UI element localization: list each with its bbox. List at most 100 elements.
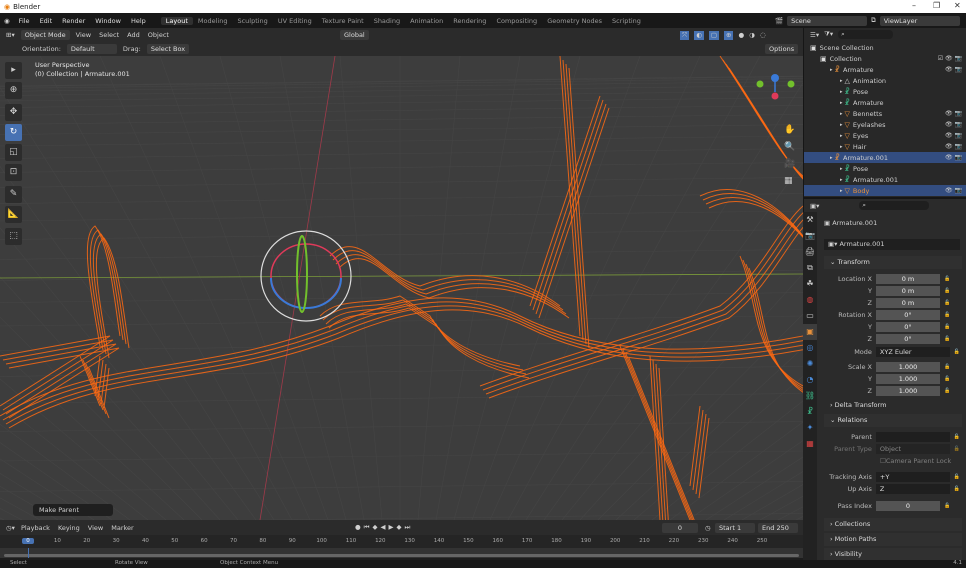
particles-icon[interactable]: ✺ bbox=[803, 356, 817, 372]
menu-window[interactable]: Window bbox=[90, 17, 126, 25]
property-field[interactable]: 0 m bbox=[876, 286, 940, 296]
timeline-menu-view[interactable]: View bbox=[88, 524, 103, 532]
outliner-item[interactable]: ▸ ☧ Armature.001 👁 📷 bbox=[804, 152, 966, 163]
scale-icon[interactable]: ◱ bbox=[5, 144, 22, 161]
record-button[interactable]: ● bbox=[355, 523, 361, 532]
output-icon[interactable]: 🖨 bbox=[803, 244, 817, 260]
timeline-scrollbar[interactable] bbox=[4, 554, 799, 557]
timeline-menu-keying[interactable]: Keying bbox=[58, 524, 80, 532]
mode-selector[interactable]: Object Mode bbox=[20, 30, 70, 40]
lock-icon[interactable]: 🔓 bbox=[954, 446, 960, 452]
pan-icon[interactable]: ✋ bbox=[784, 122, 796, 139]
viewport-menu-select[interactable]: Select bbox=[99, 31, 119, 39]
viewport-menu-view[interactable]: View bbox=[76, 31, 91, 39]
workspace-tab[interactable]: Modeling bbox=[193, 17, 233, 25]
jump-start-button[interactable]: ⏮ bbox=[364, 523, 370, 532]
lock-icon[interactable]: 🔓 bbox=[944, 276, 950, 282]
visibility-icons[interactable]: 👁 📷 bbox=[945, 143, 962, 150]
playhead[interactable] bbox=[28, 548, 29, 558]
texture-icon[interactable]: ▦ bbox=[803, 436, 817, 452]
wireframe-shading-icon[interactable]: ⊕ bbox=[724, 30, 734, 40]
orientation-selector[interactable]: Default bbox=[66, 44, 117, 54]
prev-keyframe-button[interactable]: ◆ bbox=[373, 523, 378, 532]
maximize-button[interactable]: ❐ bbox=[933, 1, 940, 10]
lock-icon[interactable]: 🔓 bbox=[944, 324, 950, 330]
outliner-item[interactable]: ▸ ▽ Hair 👁 📷 bbox=[804, 141, 966, 152]
menu-edit[interactable]: Edit bbox=[35, 17, 58, 25]
camera-view-icon[interactable]: 🎥 bbox=[784, 156, 796, 173]
lock-icon[interactable]: 🔓 bbox=[944, 376, 950, 382]
scene-icon[interactable]: 🎬 bbox=[775, 17, 783, 25]
physics-icon[interactable]: ◔ bbox=[803, 372, 817, 388]
drag-selector[interactable]: Select Box bbox=[146, 44, 190, 54]
timeline-menu-playback[interactable]: Playback bbox=[21, 524, 50, 532]
gizmo-toggle-icon[interactable]: ⤧ bbox=[680, 30, 690, 40]
collapsed-panel-header[interactable]: › Motion Paths bbox=[824, 533, 962, 546]
editor-type-icon[interactable]: ▣▾ bbox=[810, 202, 819, 210]
scene-selector[interactable]: Scene bbox=[787, 15, 868, 26]
property-field[interactable]: +Y bbox=[875, 472, 950, 482]
navigation-gizmo[interactable] bbox=[755, 72, 795, 112]
workspace-tab[interactable]: Compositing bbox=[491, 17, 542, 25]
current-frame-field[interactable]: 0 bbox=[662, 522, 698, 533]
expand-icon[interactable]: ▸ bbox=[830, 155, 833, 161]
lock-icon[interactable]: 🔓 bbox=[944, 364, 950, 370]
workspace-tab[interactable]: Geometry Nodes bbox=[542, 17, 607, 25]
world-icon[interactable]: ◍ bbox=[803, 292, 817, 308]
end-frame-field[interactable]: End 250 bbox=[758, 522, 798, 533]
editor-type-icon[interactable]: ◷▾ bbox=[6, 524, 15, 532]
view-layer-icon[interactable]: ⧉ bbox=[803, 260, 817, 276]
workspace-tab[interactable]: UV Editing bbox=[273, 17, 317, 25]
outliner-item[interactable]: ▣ Scene Collection bbox=[804, 42, 966, 53]
tool-icon[interactable]: ⚒ bbox=[803, 212, 817, 228]
outliner-item[interactable]: ▸ ☧ Pose bbox=[804, 163, 966, 174]
outliner-search-input[interactable]: ⌕ bbox=[838, 30, 894, 39]
bone-icon[interactable]: ✦ bbox=[803, 420, 817, 436]
outliner-item[interactable]: ▸ ▽ Bennetts 👁 📷 bbox=[804, 108, 966, 119]
visibility-icons[interactable]: 👁 📷 bbox=[945, 187, 962, 194]
object-datablock-field[interactable]: ▣▾ Armature.001 bbox=[824, 239, 960, 250]
lock-icon[interactable]: 🔓 bbox=[944, 312, 950, 318]
constraints-icon[interactable]: ⛓ bbox=[803, 388, 817, 404]
workspace-tab[interactable]: Animation bbox=[405, 17, 448, 25]
add-cube-icon[interactable]: ⬚ bbox=[5, 228, 22, 245]
property-field[interactable]: 0 m bbox=[876, 274, 940, 284]
3d-viewport[interactable] bbox=[0, 56, 803, 520]
blender-menu-icon[interactable]: ◉ bbox=[4, 17, 10, 25]
workspace-tab[interactable]: Layout bbox=[160, 16, 193, 25]
play-reverse-button[interactable]: ◀ bbox=[381, 523, 386, 532]
workspace-tab[interactable]: Rendering bbox=[448, 17, 491, 25]
play-button[interactable]: ▶ bbox=[389, 523, 394, 532]
outliner-item[interactable]: ▣ Collection ☑ 👁 📷 bbox=[804, 53, 966, 64]
collapsed-panel-header[interactable]: › Collections bbox=[824, 518, 962, 531]
property-field[interactable]: Object bbox=[875, 444, 950, 454]
property-field[interactable]: Z bbox=[875, 484, 950, 494]
annotate-icon[interactable]: ✎ bbox=[5, 186, 22, 203]
property-field[interactable]: 1.000 bbox=[876, 362, 940, 372]
rotate-icon[interactable]: ↻ bbox=[5, 124, 22, 141]
view-layer-icon[interactable]: ⧉ bbox=[871, 16, 876, 25]
preview-range-icon[interactable]: ◷ bbox=[705, 524, 711, 532]
expand-icon[interactable]: ▸ bbox=[840, 78, 843, 84]
visibility-icons[interactable]: 👁 📷 bbox=[945, 110, 962, 117]
visibility-icons[interactable]: ☑ 👁 📷 bbox=[938, 55, 962, 62]
expand-icon[interactable]: ▸ bbox=[840, 122, 843, 128]
timeline-ruler[interactable]: 0 10 20 30 40 50 60 70 80 90 100 110 120 130 140 150 160… bbox=[0, 535, 803, 548]
visibility-icons[interactable]: 👁 📷 bbox=[945, 132, 962, 139]
lock-icon[interactable]: 🔓 bbox=[954, 434, 960, 440]
editor-type-icon[interactable]: ⊞▾ bbox=[6, 31, 15, 39]
visibility-icons[interactable]: 👁 📷 bbox=[945, 154, 962, 161]
rotate-gizmo-y-ring[interactable] bbox=[296, 235, 308, 313]
view-layer-selector[interactable]: ViewLayer bbox=[879, 15, 960, 26]
outliner-item[interactable]: ▸ ▽ Body 👁 📷 bbox=[804, 185, 966, 196]
lock-icon[interactable]: 🔓 bbox=[954, 349, 960, 355]
expand-icon[interactable]: ▸ bbox=[830, 67, 833, 73]
3d-cursor-icon[interactable]: ⊕ bbox=[5, 82, 22, 99]
menu-file[interactable]: File bbox=[14, 17, 35, 25]
timeline-track[interactable] bbox=[0, 548, 803, 558]
menu-help[interactable]: Help bbox=[126, 17, 151, 25]
minimize-button[interactable]: – bbox=[912, 1, 916, 10]
lock-icon[interactable]: 🔓 bbox=[944, 336, 950, 342]
solid-shading-icon[interactable]: ● bbox=[738, 31, 744, 40]
transform-icon[interactable]: ⊡ bbox=[5, 164, 22, 181]
